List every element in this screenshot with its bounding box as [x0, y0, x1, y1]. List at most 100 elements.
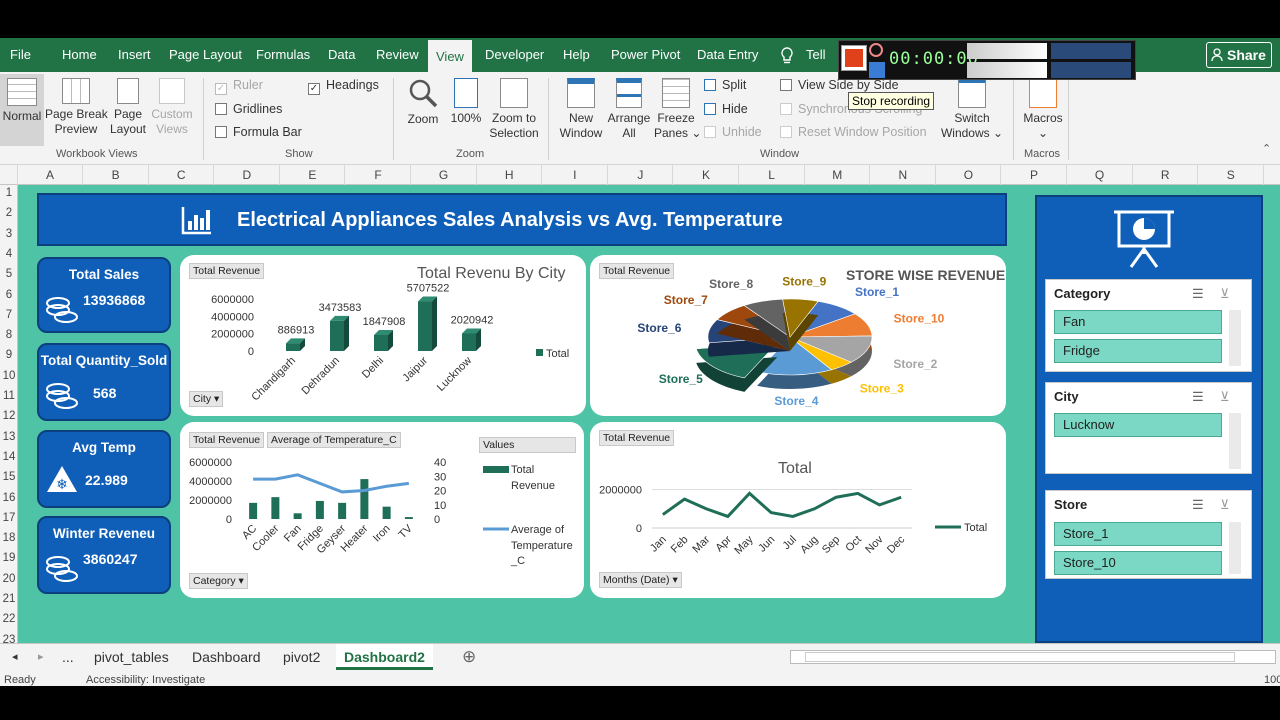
row-header[interactable]: 20 — [0, 573, 18, 585]
column-header[interactable]: A — [18, 165, 83, 185]
pivot-axis-city-filter[interactable]: City ▾ — [189, 391, 224, 407]
speaker-volume-slider[interactable] — [967, 43, 1047, 59]
slicer-item-fan[interactable]: Fan — [1054, 310, 1222, 334]
zoom-button[interactable]: Zoom — [403, 78, 443, 127]
column-header[interactable]: E — [280, 165, 346, 185]
column-header[interactable]: R — [1133, 165, 1199, 185]
column-header[interactable]: S — [1199, 165, 1264, 185]
mic-volume-slider[interactable] — [967, 62, 1047, 78]
clear-filter-icon[interactable]: ⊻ — [1220, 497, 1230, 513]
freeze-panes-button[interactable]: Freeze Panes ⌄ — [654, 78, 701, 141]
add-sheet-icon[interactable]: ⊕ — [462, 644, 476, 670]
clear-filter-icon[interactable]: ⊻ — [1220, 389, 1230, 405]
column-header[interactable]: G — [412, 165, 477, 185]
tab-review[interactable]: Review — [376, 38, 419, 72]
row-header[interactable]: 13 — [0, 431, 18, 443]
row-header[interactable]: 18 — [0, 532, 18, 544]
recorder-view-options[interactable] — [1051, 62, 1131, 78]
row-header[interactable]: 6 — [0, 289, 18, 301]
sheet-tab-pivot-tables[interactable]: pivot_tables — [94, 644, 169, 670]
row-header[interactable]: 17 — [0, 512, 18, 524]
unhide-button[interactable]: Unhide — [704, 125, 762, 139]
row-header[interactable]: 19 — [0, 552, 18, 564]
new-window-button[interactable]: New Window — [556, 78, 606, 141]
row-header[interactable]: 16 — [0, 492, 18, 504]
zoom-selection-button[interactable]: Zoom to Selection — [487, 78, 541, 141]
slicer-scrollbar[interactable] — [1229, 522, 1241, 574]
column-header[interactable]: Q — [1068, 165, 1133, 185]
slicer-item-fridge[interactable]: Fridge — [1054, 339, 1222, 363]
tab-file[interactable]: File — [10, 38, 31, 72]
row-header[interactable]: 12 — [0, 410, 18, 422]
row-header[interactable]: 10 — [0, 370, 18, 382]
multi-select-icon[interactable]: ☰ — [1192, 286, 1204, 302]
row-header[interactable]: 22 — [0, 613, 18, 625]
zoom-100-button[interactable]: 100% — [447, 78, 485, 126]
scroll-tabs-left-icon[interactable]: ◂ — [12, 644, 18, 670]
view-side-by-side-button[interactable]: View Side by Side — [780, 78, 899, 92]
tab-help[interactable]: Help — [563, 38, 590, 72]
page-layout-button[interactable]: Page Layout — [108, 78, 148, 137]
tell-me-search[interactable]: Tell — [806, 38, 826, 72]
zoom-level[interactable]: 100 — [1264, 674, 1280, 686]
row-header[interactable]: 8 — [0, 329, 18, 341]
column-header[interactable]: F — [346, 165, 411, 185]
accessibility-status[interactable]: Accessibility: Investigate — [86, 674, 205, 686]
hide-button[interactable]: Hide — [704, 102, 748, 116]
arrange-all-button[interactable]: Arrange All — [606, 78, 652, 141]
column-header[interactable]: D — [215, 165, 280, 185]
macros-button[interactable]: Macros ⌄ — [1020, 78, 1066, 141]
sheet-tab-dashboard[interactable]: Dashboard — [192, 644, 261, 670]
slicer-scrollbar[interactable] — [1229, 310, 1241, 366]
gridlines-checkbox[interactable]: Gridlines — [215, 102, 282, 116]
slicer-item-lucknow[interactable]: Lucknow — [1054, 413, 1222, 437]
sheet-tab-dashboard2[interactable]: Dashboard2 — [336, 644, 433, 670]
tab-data-entry[interactable]: Data Entry — [697, 38, 758, 72]
sheet-tab-pivot2[interactable]: pivot2 — [283, 644, 320, 670]
row-header[interactable]: 5 — [0, 268, 18, 280]
page-break-preview-button[interactable]: Page Break Preview — [45, 78, 108, 137]
clear-filter-icon[interactable]: ⊻ — [1220, 286, 1230, 302]
pivot-axis-months-filter[interactable]: Months (Date) ▾ — [599, 572, 682, 588]
row-header[interactable]: 14 — [0, 451, 18, 463]
pivot-axis-category-filter[interactable]: Category ▾ — [189, 573, 248, 589]
column-header[interactable]: C — [149, 165, 215, 185]
column-header[interactable]: L — [740, 165, 805, 185]
row-header[interactable]: 2 — [0, 207, 18, 219]
row-header[interactable]: 21 — [0, 593, 18, 605]
multi-select-icon[interactable]: ☰ — [1192, 497, 1204, 513]
custom-views-button[interactable]: Custom Views — [150, 78, 194, 137]
row-header[interactable]: 7 — [0, 309, 18, 321]
reset-window-position-button[interactable]: Reset Window Position — [780, 125, 927, 139]
scrollbar-thumb[interactable] — [805, 652, 1235, 662]
column-header[interactable]: J — [608, 165, 674, 185]
column-header[interactable]: I — [543, 165, 608, 185]
tab-home[interactable]: Home — [62, 38, 97, 72]
row-header[interactable]: 1 — [0, 187, 18, 199]
more-sheets-button[interactable]: ... — [62, 644, 74, 670]
split-button[interactable]: Split — [704, 78, 746, 92]
column-header[interactable]: O — [936, 165, 1002, 185]
tab-view[interactable]: View — [428, 38, 472, 72]
share-button[interactable]: Share — [1206, 42, 1272, 68]
row-header[interactable]: 9 — [0, 349, 18, 361]
tab-developer[interactable]: Developer — [485, 38, 544, 72]
column-header[interactable]: M — [805, 165, 871, 185]
horizontal-scrollbar[interactable] — [790, 650, 1276, 664]
column-header[interactable]: K — [674, 165, 739, 185]
tab-insert[interactable]: Insert — [118, 38, 151, 72]
tab-page-layout[interactable]: Page Layout — [169, 38, 242, 72]
ruler-checkbox[interactable]: ✓ Ruler — [215, 78, 263, 95]
row-header[interactable]: 3 — [0, 228, 18, 240]
row-header[interactable]: 4 — [0, 248, 18, 260]
collapse-ribbon-icon[interactable]: ⌃ — [1262, 142, 1271, 155]
slicer-item-store-1[interactable]: Store_1 — [1054, 522, 1222, 546]
pause-icon[interactable] — [869, 62, 885, 78]
column-header[interactable]: B — [84, 165, 149, 185]
multi-select-icon[interactable]: ☰ — [1192, 389, 1204, 405]
column-header[interactable]: N — [871, 165, 936, 185]
row-header[interactable]: 11 — [0, 390, 18, 402]
column-header[interactable]: H — [477, 165, 543, 185]
formula-bar-checkbox[interactable]: Formula Bar — [215, 125, 302, 139]
recorder-tools[interactable] — [1051, 43, 1131, 59]
